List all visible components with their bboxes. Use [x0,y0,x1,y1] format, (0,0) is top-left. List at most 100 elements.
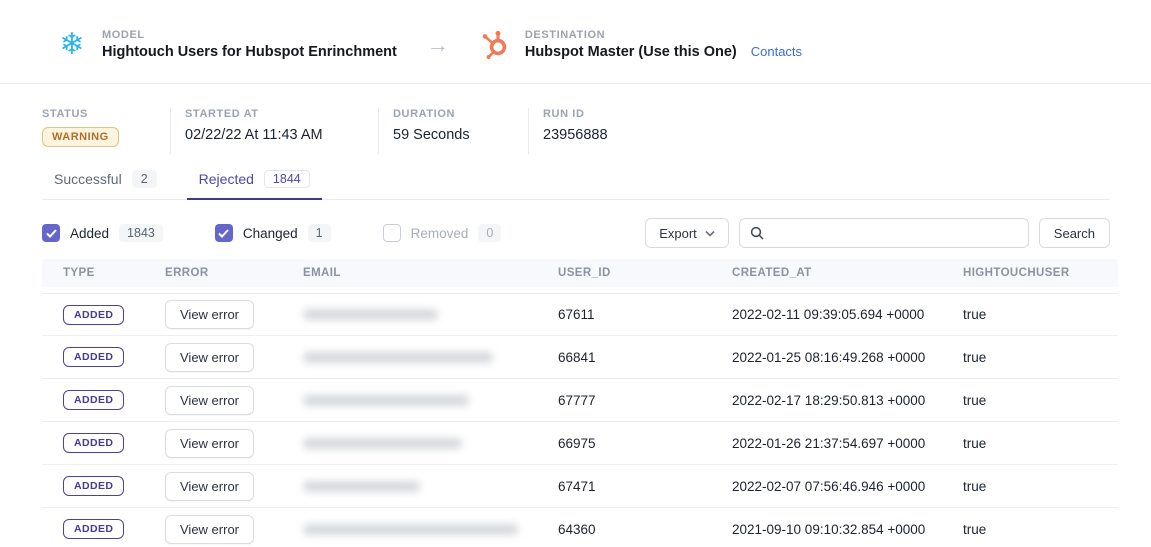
filter-changed[interactable]: Changed 1 [215,224,331,242]
type-badge: ADDED [63,519,124,539]
arrow-right-icon: → [427,32,449,58]
model-label: MODEL [102,29,397,41]
column-header-error: ERROR [165,267,303,279]
view-error-button[interactable]: View error [165,515,254,544]
email-cell [303,438,558,449]
table-body: ADDEDView error676112022-02-11 09:39:05.… [42,293,1118,547]
duration-value: 59 Seconds [393,127,500,143]
table-header-row: TYPEERROREMAILUSER_IDCREATED_ATHIGHTOUCH… [42,259,1118,287]
destination-name: Hubspot Master (Use this One) [525,44,737,60]
filter-label: Removed [411,226,469,241]
search-input[interactable] [772,226,1018,241]
error-cell: View error [165,300,303,329]
hightouchuser-cell: true [963,479,1118,494]
email-cell [303,524,558,535]
type-cell: ADDED [63,347,165,367]
error-cell: View error [165,386,303,415]
email-redacted [303,395,469,406]
status-label: STATUS [42,108,142,120]
filter-removed[interactable]: Removed 0 [383,224,502,242]
tab-rejected[interactable]: Rejected1844 [187,166,322,200]
model-block: ❄ MODEL Hightouch Users for Hubspot Enri… [56,29,397,61]
type-cell: ADDED [63,390,165,410]
column-header-email: EMAIL [303,267,558,279]
hightouchuser-cell: true [963,522,1118,537]
type-badge: ADDED [63,390,124,410]
tab-label: Successful [54,171,122,187]
type-cell: ADDED [63,305,165,325]
hightouchuser-cell: true [963,350,1118,365]
type-cell: ADDED [63,519,165,539]
filter-count-badge: 0 [478,224,501,242]
column-header-created_at: CREATED_AT [732,267,963,279]
started-at-label: STARTED AT [185,108,350,120]
column-header-type: TYPE [63,267,165,279]
user-id-cell: 64360 [558,522,732,537]
filter-label: Added [70,226,109,241]
user-id-cell: 66841 [558,350,732,365]
controls-row: Added 1843 Changed 1 Removed 0 Export Search [42,218,1110,248]
view-error-button[interactable]: View error [165,429,254,458]
table-row: ADDED View error 677772022-02-17 18:29:50.… [42,379,1118,422]
export-button[interactable]: Export [645,218,729,248]
user-id-cell: 67471 [558,479,732,494]
table-row: ADDEDView error668412022-01-25 08:16:49.… [42,336,1118,379]
email-redacted [303,352,493,363]
view-error-button[interactable]: View error [165,343,254,372]
toolbar: Export Search [645,218,1110,248]
type-badge: ADDED [63,305,124,325]
created-at-cell: 2022-01-26 21:37:54.697 +0000 [732,436,963,451]
removed-checkbox[interactable] [383,224,401,242]
filter-added[interactable]: Added 1843 [42,224,163,242]
tab-label: Rejected [199,171,254,187]
user-id-cell: 66975 [558,436,732,451]
type-badge: ADDED [63,347,124,367]
table-row: ADDED View error 669752022-01-26 21:37:54.… [42,422,1118,465]
type-badge: ADDED [63,433,124,453]
status-bar: STATUS WARNING STARTED AT 02/22/22 At 11… [42,108,1151,154]
email-redacted [303,438,462,449]
hightouchuser-cell: true [963,393,1118,408]
user-id-cell: 67777 [558,393,732,408]
search-icon [750,226,764,240]
email-redacted [303,524,518,535]
email-cell [303,395,558,406]
hightouchuser-cell: true [963,436,1118,451]
email-redacted [303,309,438,320]
type-badge: ADDED [63,476,124,496]
view-error-button[interactable]: View error [165,472,254,501]
contacts-link[interactable]: Contacts [751,44,802,59]
created-at-cell: 2022-02-11 09:39:05.694 +0000 [732,307,963,322]
hubspot-icon [479,29,511,61]
added-checkbox[interactable] [42,224,60,242]
view-error-button[interactable]: View error [165,300,254,329]
filters: Added 1843 Changed 1 Removed 0 [42,224,501,242]
email-redacted [303,481,420,492]
filter-count-badge: 1 [308,224,331,242]
table-row: ADDED View error 643602021-09-10 09:10:32.… [42,508,1118,547]
results-table: TYPEERROREMAILUSER_IDCREATED_ATHIGHTOUCH… [42,259,1118,547]
status-badge: WARNING [42,127,119,147]
error-cell: View error [165,343,303,372]
filter-count-badge: 1843 [119,224,163,242]
run-id-value: 23956888 [543,127,608,143]
table-row: ADDEDView error676112022-02-11 09:39:05.… [42,293,1118,336]
error-cell: View error [165,429,303,458]
duration-label: DURATION [393,108,500,120]
snowflake-icon: ❄ [56,29,88,61]
email-cell [303,481,558,492]
created-at-cell: 2022-02-17 18:29:50.813 +0000 [732,393,963,408]
email-cell [303,309,558,320]
column-header-hightouchuser: HIGHTOUCHUSER [963,267,1118,279]
model-name: Hightouch Users for Hubspot Enrinchment [102,44,397,60]
search-box[interactable] [739,218,1029,248]
run-header: ❄ MODEL Hightouch Users for Hubspot Enri… [0,0,1151,84]
error-cell: View error [165,472,303,501]
changed-checkbox[interactable] [215,224,233,242]
filter-label: Changed [243,226,298,241]
created-at-cell: 2021-09-10 09:10:32.854 +0000 [732,522,963,537]
tab-successful[interactable]: Successful2 [42,166,169,200]
destination-label: DESTINATION [525,29,802,41]
search-button[interactable]: Search [1039,218,1110,248]
view-error-button[interactable]: View error [165,386,254,415]
